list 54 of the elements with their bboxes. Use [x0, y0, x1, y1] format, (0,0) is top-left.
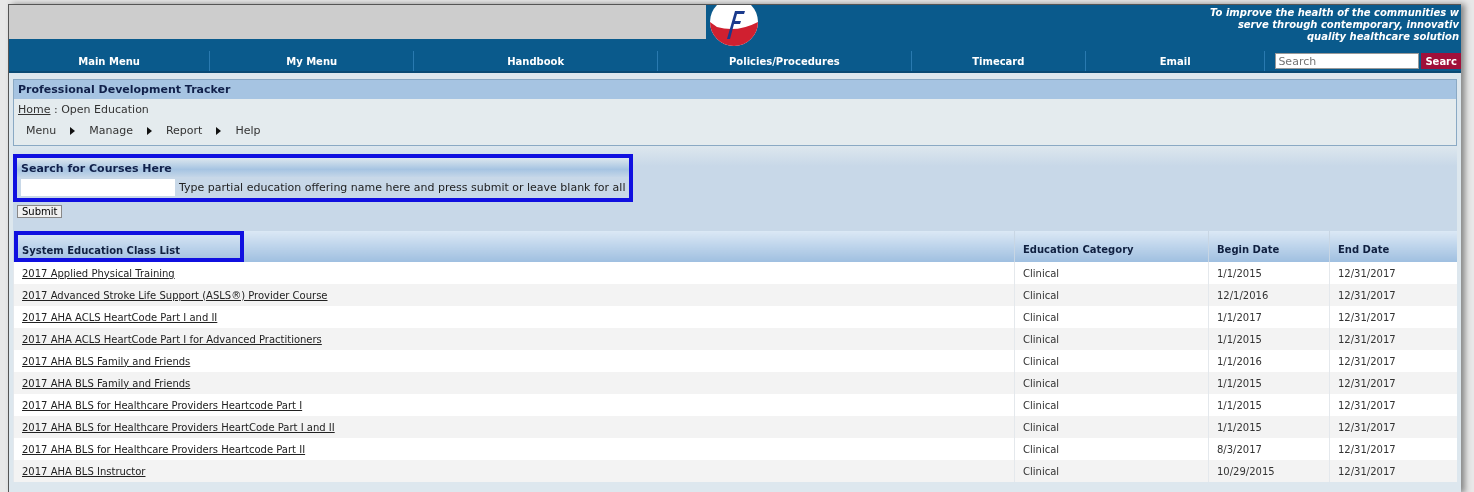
nav-link[interactable]: Handbook — [414, 51, 658, 71]
table-cell: 1/1/2015 — [1208, 372, 1330, 394]
column-header: End Date — [1329, 231, 1457, 262]
search-go-button[interactable]: Searc — [1421, 53, 1461, 69]
nav-link[interactable]: My Menu — [210, 51, 415, 71]
nav-link[interactable]: Timecard — [911, 51, 1087, 71]
menu-item[interactable]: Report — [165, 124, 203, 137]
table-cell: 1/1/2015 — [1208, 328, 1330, 350]
menu-item[interactable]: Manage — [89, 124, 133, 137]
column-header: Begin Date — [1208, 231, 1330, 262]
course-link[interactable]: 2017 Applied Physical Training — [22, 267, 175, 279]
tagline-text: serve through contemporary, innovativ — [1237, 19, 1459, 31]
table-cell: 12/31/2017 — [1329, 284, 1457, 306]
course-link[interactable]: 2017 Advanced Stroke Life Support (ASLS®) Provider Course — [22, 289, 328, 301]
home-link[interactable]: Home — [18, 103, 51, 116]
menu-item[interactable]: Menu — [26, 124, 57, 137]
column-header: Education Category — [1014, 231, 1209, 262]
table-cell: Clinical — [1014, 416, 1209, 438]
hint-text: Type partial education offering name here and press submit or leave blank for all — [179, 181, 626, 194]
nav-link[interactable]: Main Menu — [9, 51, 211, 71]
caret-icon — [146, 126, 152, 135]
tagline-text: To improve the health of the communities w — [1210, 7, 1459, 19]
table-cell: Clinical — [1014, 284, 1209, 306]
table-cell: 12/31/2017 — [1329, 328, 1457, 350]
course-link[interactable]: 2017 AHA BLS for Healthcare Providers HeartCode Part I and II — [22, 421, 335, 433]
table-cell: 12/31/2017 — [1329, 416, 1457, 438]
table-cell: 1/1/2015 — [1208, 416, 1330, 438]
course-link[interactable]: 2017 AHA BLS Family and Friends — [22, 355, 191, 367]
nav-link[interactable]: Email — [1086, 51, 1266, 71]
course-link[interactable]: 2017 AHA BLS for Healthcare Providers Heartcode Part II — [22, 443, 306, 455]
course-link[interactable]: 2017 AHA BLS for Healthcare Providers Heartcode Part I — [22, 399, 303, 411]
table-cell: 10/29/2015 — [1208, 460, 1330, 482]
caret-icon — [70, 126, 76, 135]
caret-icon — [216, 126, 222, 135]
table-cell: 12/31/2017 — [1329, 372, 1457, 394]
column-header: System Education Class List — [14, 231, 245, 262]
course-link[interactable]: 2017 AHA ACLS HeartCode Part I for Advanced Practitioners — [22, 333, 322, 345]
table-cell: Clinical — [1014, 460, 1209, 482]
tagline-text: quality healthcare solution — [1306, 31, 1459, 43]
table-cell: Clinical — [1014, 372, 1209, 394]
course-link[interactable]: 2017 AHA ACLS HeartCode Part I and II — [22, 311, 218, 323]
menu-item[interactable]: Help — [235, 124, 261, 137]
course-link[interactable]: 2017 AHA BLS Family and Friends — [22, 377, 191, 389]
course-link[interactable]: 2017 AHA BLS Instructor — [22, 465, 146, 477]
table-cell: 12/31/2017 — [1329, 460, 1457, 482]
table-cell: 12/1/2016 — [1208, 284, 1330, 306]
app-title: Professional Development Tracker — [14, 80, 1456, 99]
table-cell: Clinical — [1014, 328, 1209, 350]
search-field[interactable]: Search — [1275, 53, 1420, 69]
breadcrumb-text: : Open Education — [54, 103, 149, 116]
nav-link[interactable]: Policies/Procedures — [658, 51, 912, 71]
section-heading: Search for Courses Here — [17, 158, 630, 177]
course-search-field[interactable] — [21, 179, 175, 196]
submit-button[interactable]: Submit — [17, 205, 63, 218]
